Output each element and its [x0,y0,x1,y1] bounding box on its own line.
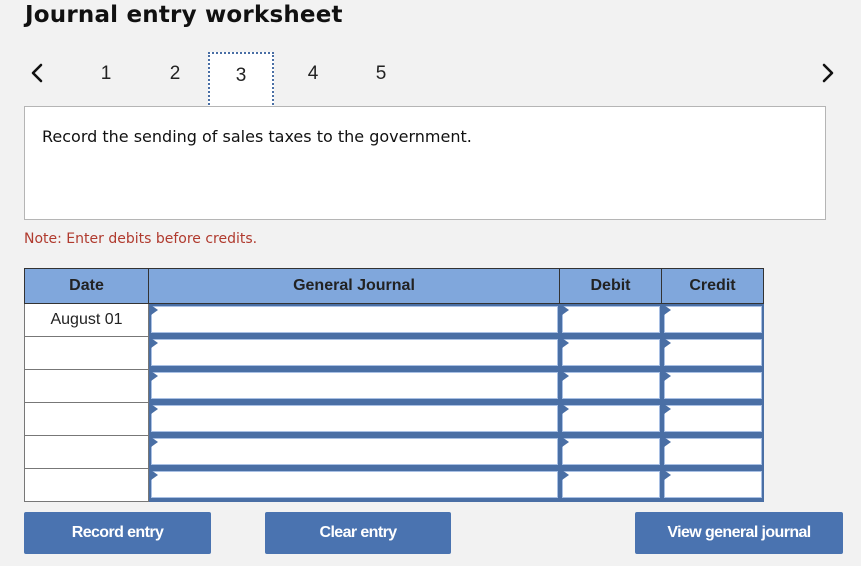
view-general-journal-button[interactable]: View general journal [635,512,843,554]
debit-cell [559,468,662,502]
credit-input[interactable] [664,372,762,399]
dropdown-marker-icon [562,371,569,381]
debit-input[interactable] [562,471,660,498]
credit-input[interactable] [664,339,762,366]
clear-entry-button[interactable]: Clear entry [265,512,451,554]
dropdown-marker-icon [664,470,671,480]
page-1[interactable]: 1 [73,52,139,108]
account-cell [148,369,560,403]
credit-cell [661,369,764,403]
credit-input[interactable] [664,438,762,465]
debit-input[interactable] [562,339,660,366]
debit-cell [559,336,662,370]
question-pager: 1 2 3 4 5 [0,50,861,110]
credit-input[interactable] [664,306,762,333]
date-cell [24,369,149,403]
page-title: Journal entry worksheet [25,2,343,28]
dropdown-marker-icon [562,404,569,414]
account-input[interactable] [151,405,558,432]
account-cell [148,435,560,469]
header-general-journal: General Journal [148,268,560,304]
prompt-text: Record the sending of sales taxes to the… [42,127,472,146]
debit-input[interactable] [562,405,660,432]
dropdown-marker-icon [151,371,158,381]
dropdown-marker-icon [151,470,158,480]
table-row [24,435,764,469]
record-entry-button[interactable]: Record entry [24,512,211,554]
dropdown-marker-icon [562,305,569,315]
table-row [24,369,764,403]
account-cell [148,402,560,436]
dropdown-marker-icon [562,437,569,447]
account-cell [148,303,560,337]
account-input[interactable] [151,339,558,366]
dropdown-marker-icon [664,338,671,348]
dropdown-marker-icon [664,305,671,315]
credit-cell [661,468,764,502]
prompt-box: Record the sending of sales taxes to the… [24,106,826,220]
credit-cell [661,435,764,469]
dropdown-marker-icon [664,404,671,414]
credit-input[interactable] [664,471,762,498]
page-3-active[interactable]: 3 [208,52,274,108]
prev-button[interactable] [27,60,47,86]
dropdown-marker-icon [151,437,158,447]
credit-input[interactable] [664,405,762,432]
date-cell [24,435,149,469]
note-text: Note: Enter debits before credits. [24,231,258,247]
page-5[interactable]: 5 [348,52,414,108]
table-row [24,468,764,502]
account-input[interactable] [151,471,558,498]
table-row [24,336,764,370]
header-debit: Debit [559,268,662,304]
header-date: Date [24,268,149,304]
account-input[interactable] [151,438,558,465]
dropdown-marker-icon [562,470,569,480]
credit-cell [661,402,764,436]
date-cell [24,468,149,502]
date-cell [24,336,149,370]
account-input[interactable] [151,306,558,333]
dropdown-marker-icon [664,437,671,447]
debit-cell [559,369,662,403]
account-cell [148,336,560,370]
header-credit: Credit [661,268,764,304]
journal-table: Date General Journal Debit Credit August… [24,268,764,502]
account-cell [148,468,560,502]
dropdown-marker-icon [664,371,671,381]
table-row: August 01 [24,303,764,337]
credit-cell [661,303,764,337]
page-2[interactable]: 2 [142,52,208,108]
debit-input[interactable] [562,306,660,333]
dropdown-marker-icon [562,338,569,348]
debit-cell [559,303,662,337]
credit-cell [661,336,764,370]
dropdown-marker-icon [151,305,158,315]
chevron-right-icon [822,63,834,83]
dropdown-marker-icon [151,404,158,414]
debit-cell [559,402,662,436]
chevron-left-icon [31,63,43,83]
debit-cell [559,435,662,469]
table-header-row: Date General Journal Debit Credit [24,268,764,304]
date-cell [24,402,149,436]
debit-input[interactable] [562,372,660,399]
next-button[interactable] [818,60,838,86]
dropdown-marker-icon [151,338,158,348]
date-cell: August 01 [24,303,149,337]
table-row [24,402,764,436]
debit-input[interactable] [562,438,660,465]
account-input[interactable] [151,372,558,399]
page-4[interactable]: 4 [280,52,346,108]
